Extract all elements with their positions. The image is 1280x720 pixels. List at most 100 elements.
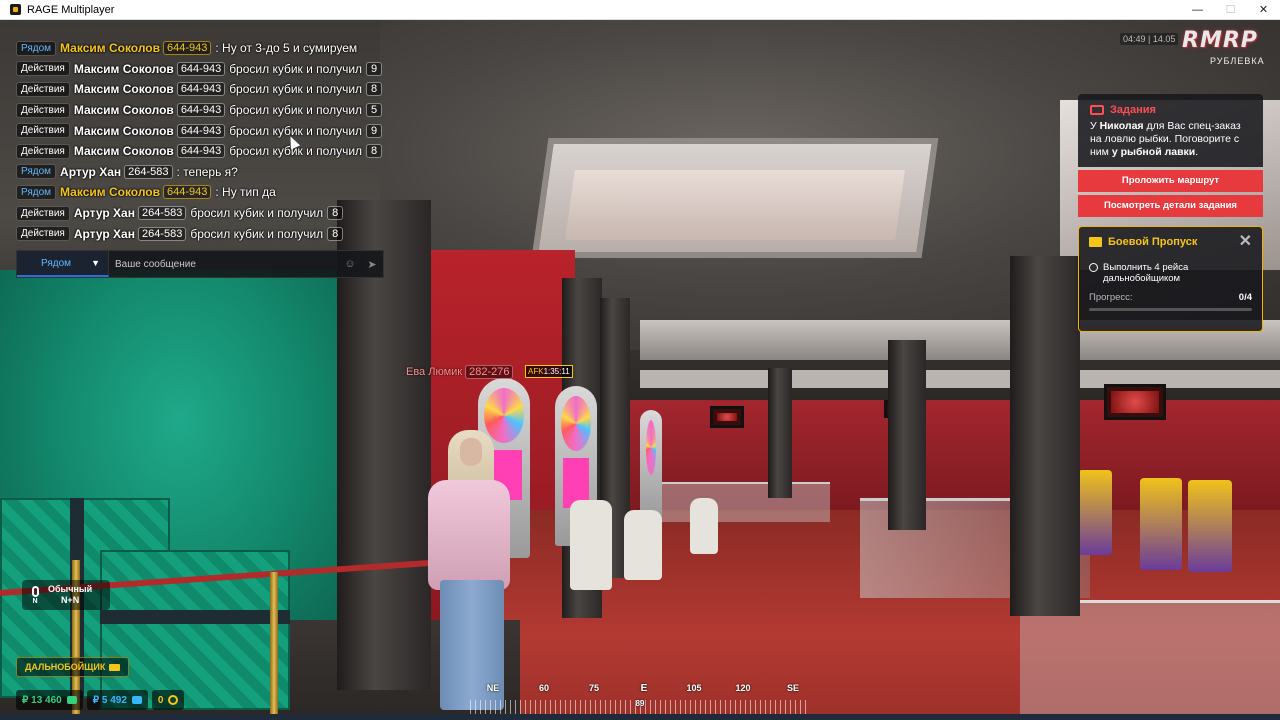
chat-sender-id: 644-943	[176, 144, 226, 159]
ceiling-cornice-lower	[640, 370, 1280, 388]
glass-railing-near	[1020, 600, 1280, 720]
player-name: Ева Люмик	[406, 366, 463, 378]
voice-mode: Обычный	[48, 584, 93, 594]
chat-sender-name: Артур Хан	[60, 164, 122, 179]
maximize-button[interactable]: ☐	[1214, 0, 1247, 20]
dice-result: 9	[366, 123, 383, 138]
chat-channel-badge: Рядом	[16, 40, 57, 56]
marble-pillar	[888, 340, 926, 530]
chat-channel-badge: Действия	[16, 123, 70, 139]
chat-sender-name: Артур Хан	[73, 226, 135, 241]
cash-display: ₽ 13 460	[16, 690, 83, 710]
progress-label: Прогресс:	[1089, 292, 1133, 303]
chat-sender-name: Максим Соколов	[73, 144, 174, 159]
chat-input-bar: Рядом ▼ ☺ ➤	[16, 250, 384, 278]
server-logo: RMRP	[1182, 28, 1258, 53]
battle-pass-title: Боевой Пропуск	[1108, 236, 1198, 248]
truck-icon	[109, 663, 120, 671]
chat-sender-name: Максим Соколов	[60, 185, 161, 200]
cash-amount: ₽ 13 460	[22, 694, 62, 706]
casino-chair	[624, 510, 662, 580]
close-icon[interactable]: ✕	[1239, 234, 1252, 250]
close-window-button[interactable]: ✕	[1247, 0, 1280, 20]
task-details-button[interactable]: Посмотреть детали задания	[1078, 195, 1263, 217]
camera-icon	[1090, 105, 1104, 115]
player-jacket	[428, 480, 510, 590]
bank-amount: ₽ 5 492	[92, 694, 127, 706]
chat-channel-badge: Действия	[16, 81, 70, 97]
chat-sender-id: 644-943	[176, 103, 226, 118]
chat-sender-id: 264-583	[124, 164, 173, 179]
compass-label: 75	[588, 683, 600, 693]
server-name: РУБЛЕВКА	[1210, 56, 1265, 66]
chat-sender-id: 644-943	[176, 82, 226, 97]
dice-result: 8	[327, 206, 344, 221]
chat-message-input[interactable]	[109, 251, 339, 277]
chat-message-text: бросил кубик и получил	[229, 82, 363, 97]
chat-sender-id: 644-943	[163, 41, 212, 56]
coins-amount: 0	[157, 694, 164, 706]
window-title: RAGE Multiplayer	[27, 3, 115, 16]
afk-label: AFK	[528, 367, 544, 376]
chat-message: Действия Максим Соколов 644-943 бросил куби…	[16, 59, 396, 80]
window-controls: — ☐ ✕	[1181, 0, 1280, 20]
chat-sender-id: 644-943	[176, 61, 226, 76]
ticket-icon	[1089, 237, 1102, 247]
compass-heading: 89	[635, 699, 645, 708]
chat-channel-badge: Действия	[16, 226, 70, 242]
wall-tv-large	[1104, 384, 1166, 420]
marble-pillar	[1010, 256, 1080, 616]
voice-chat-indicator: N Обычный N+N	[22, 580, 110, 610]
compass-label: 120	[735, 683, 751, 693]
money-bar: ₽ 13 460 ₽ 5 492 0	[16, 690, 185, 710]
dice-result: 8	[366, 144, 383, 159]
build-route-button[interactable]: Проложить маршрут	[1078, 170, 1263, 192]
taskbar-strip	[0, 714, 1280, 720]
player-nametag: Ева Люмик 282-276	[406, 365, 515, 379]
chat-message-text: бросил кубик и получил	[190, 226, 324, 241]
casino-chair	[570, 500, 612, 590]
glass-railing-far	[660, 482, 830, 522]
gift-ribbon	[100, 610, 290, 624]
coins-display: 0	[151, 690, 185, 710]
chat-sender-name: Максим Соколов	[60, 41, 161, 56]
slot-machine	[640, 410, 662, 520]
chat-message: Действия Максим Соколов 644-943 бросил куби…	[16, 100, 396, 121]
ceiling-skylight-inner	[565, 170, 905, 240]
chat-message: Действия Максим Соколов 644-943 бросил куби…	[16, 79, 396, 100]
chat-message: Действия Артур Хан 264-583 бросил кубик и п…	[16, 203, 396, 224]
chat-message-text: бросил кубик и получил	[229, 103, 363, 118]
dice-result: 5	[366, 103, 383, 118]
chat-message: Рядом Максим Соколов 644-943: Ну тип да	[16, 182, 396, 203]
progress-bar	[1089, 308, 1252, 311]
chat-sender-name: Максим Соколов	[73, 123, 174, 138]
cash-icon	[66, 696, 77, 704]
chat-sender-name: Максим Соколов	[73, 103, 174, 118]
game-window: RAGE Multiplayer — ☐ ✕ Рядом Максим Соко…	[0, 0, 1280, 720]
job-badge: ДАЛЬНОБОЙЩИК	[16, 657, 129, 677]
dice-result: 8	[327, 226, 344, 241]
dice-result: 9	[366, 61, 383, 76]
chat-message: Действия Максим Соколов 644-943 бросил куби…	[16, 141, 396, 162]
microphone-icon	[31, 585, 39, 597]
chat-message: Рядом Артур Хан 264-583: теперь я?	[16, 162, 396, 183]
chat-message-text: бросил кубик и получил	[190, 206, 324, 221]
compass-label: NE	[486, 683, 500, 693]
casino-chair	[690, 498, 718, 554]
bank-card-icon	[131, 696, 142, 704]
chat-channel-select[interactable]: Рядом ▼	[17, 251, 109, 277]
chat-sender-name: Максим Соколов	[73, 82, 174, 97]
progress-value: 0/4	[1238, 292, 1252, 303]
chat-sender-id: 264-583	[137, 226, 187, 241]
brass-post	[270, 572, 278, 720]
chat-sender-id: 644-943	[176, 123, 226, 138]
chat-message: Рядом Максим Соколов 644-943: Ну от 3-до 5…	[16, 38, 396, 59]
bank-display: ₽ 5 492	[86, 690, 148, 710]
chat-message-text: : Ну от 3-до 5 и сумируем	[215, 41, 358, 56]
send-icon[interactable]: ➤	[361, 251, 383, 277]
chat-message: Действия Артур Хан 264-583 бросил кубик и п…	[16, 223, 396, 244]
chat-channel-badge: Действия	[16, 205, 70, 221]
voice-key: N	[32, 597, 38, 605]
emoji-icon[interactable]: ☺	[339, 251, 361, 277]
minimize-button[interactable]: —	[1181, 0, 1214, 20]
